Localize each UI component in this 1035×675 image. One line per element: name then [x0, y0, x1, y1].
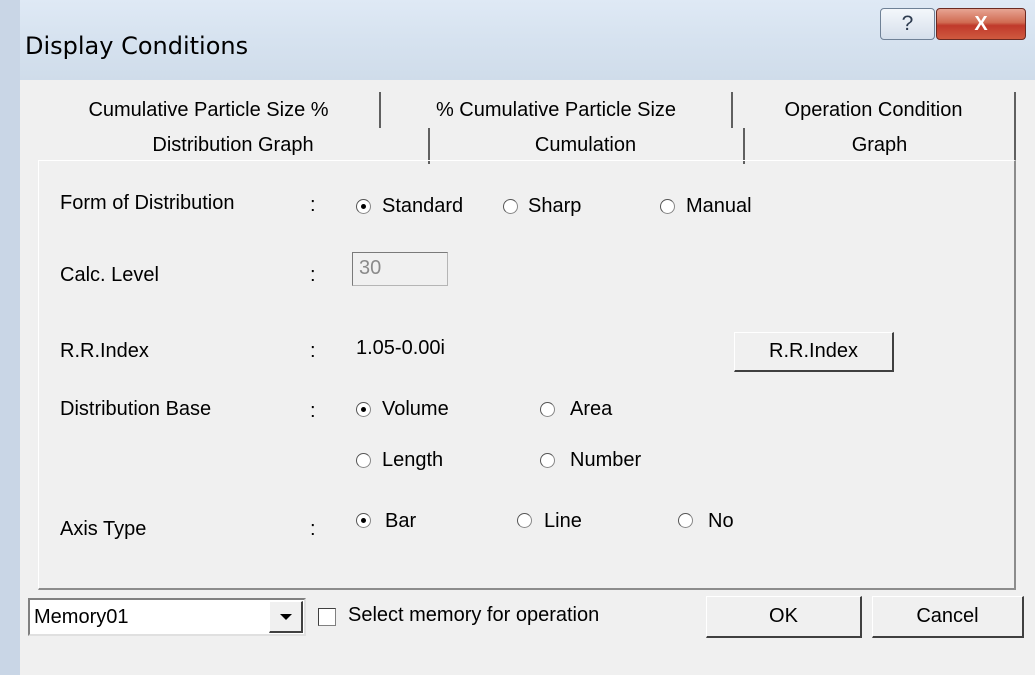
axis-type-label: Axis Type [60, 518, 147, 540]
colon: : [310, 400, 316, 422]
tab-operation-condition[interactable]: Operation Condition [733, 92, 1016, 128]
help-button[interactable]: ? [880, 8, 935, 40]
radio-length-label: Length [382, 449, 444, 471]
distribution-form-label: Form of Distribution [60, 192, 235, 214]
colon: : [310, 194, 316, 216]
tab-graph[interactable]: Graph [743, 128, 1016, 162]
radio-length[interactable] [356, 453, 371, 468]
radio-manual-label: Manual [686, 195, 752, 217]
radio-line-label: Line [544, 510, 582, 532]
tab-divider [428, 128, 430, 164]
colon: : [310, 340, 316, 362]
radio-number-label: Number [570, 449, 642, 471]
radio-bar[interactable] [356, 513, 371, 528]
close-icon: X [974, 12, 988, 35]
tab-divider [743, 128, 745, 164]
rr-index-button[interactable]: R.R.Index [734, 332, 894, 372]
memory-select-value: Memory01 [34, 606, 129, 628]
memory-checkbox-label: Select memory for operation [348, 604, 600, 626]
close-button[interactable]: X [936, 8, 1026, 40]
radio-sharp-label: Sharp [528, 195, 582, 217]
radio-number[interactable] [540, 453, 555, 468]
tab-distribution-graph[interactable]: Distribution Graph [38, 128, 428, 162]
calc-level-label: Calc. Level [60, 264, 159, 286]
tab-cumulation[interactable]: Cumulation [428, 128, 743, 162]
chevron-down-icon [279, 613, 292, 620]
radio-sharp[interactable] [503, 199, 518, 214]
colon: : [310, 264, 316, 286]
radio-line[interactable] [517, 513, 532, 528]
ok-button[interactable]: OK [706, 596, 862, 638]
help-icon: ? [901, 12, 914, 35]
radio-area-label: Area [570, 398, 613, 420]
radio-standard[interactable] [356, 199, 371, 214]
colon: : [310, 518, 316, 540]
radio-manual[interactable] [660, 199, 675, 214]
tab-cumulative-particle-size-pct[interactable]: Cumulative Particle Size % [38, 92, 381, 128]
rr-index-label: R.R.Index [60, 340, 149, 362]
window-title: Display Conditions [25, 32, 249, 60]
memory-select[interactable]: Memory01 [28, 598, 306, 636]
tab-divider [1014, 128, 1016, 164]
title-bar: Display Conditions ? X [0, 0, 1035, 675]
radio-no[interactable] [678, 513, 693, 528]
rr-index-value: 1.05-0.00i [356, 337, 445, 359]
radio-area[interactable] [540, 402, 555, 417]
calc-level-input[interactable]: 30 [352, 252, 448, 286]
dropdown-button[interactable] [269, 601, 303, 633]
radio-volume[interactable] [356, 402, 371, 417]
radio-standard-label: Standard [382, 195, 464, 217]
cancel-button[interactable]: Cancel [872, 596, 1024, 638]
radio-bar-label: Bar [385, 510, 417, 532]
distribution-base-label: Distribution Base [60, 398, 212, 420]
radio-no-label: No [708, 510, 734, 532]
memory-checkbox[interactable] [318, 608, 336, 626]
radio-volume-label: Volume [382, 398, 449, 420]
tab-pct-cumulative-particle-size[interactable]: % Cumulative Particle Size [381, 92, 733, 128]
